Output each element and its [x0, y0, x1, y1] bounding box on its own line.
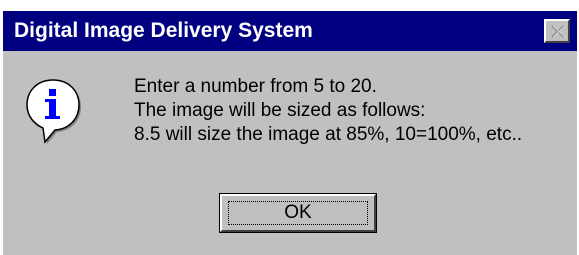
message-line: 8.5 will size the image at 85%, 10=100%,…: [134, 124, 523, 145]
message-dialog: Digital Image Delivery System Enter a nu…: [3, 11, 577, 255]
message-line: Enter a number from 5 to 20.: [134, 76, 377, 97]
ok-button[interactable]: OK: [219, 193, 377, 233]
title-bar[interactable]: Digital Image Delivery System: [3, 11, 577, 51]
close-button[interactable]: [544, 19, 570, 43]
ok-button-label: OK: [284, 202, 312, 223]
info-icon: [26, 79, 81, 144]
window-title: Digital Image Delivery System: [14, 19, 313, 42]
close-icon: [551, 25, 566, 38]
message-text: Enter a number from 5 to 20. The image w…: [134, 75, 522, 147]
message-line: The image will be sized as follows:: [134, 100, 426, 121]
